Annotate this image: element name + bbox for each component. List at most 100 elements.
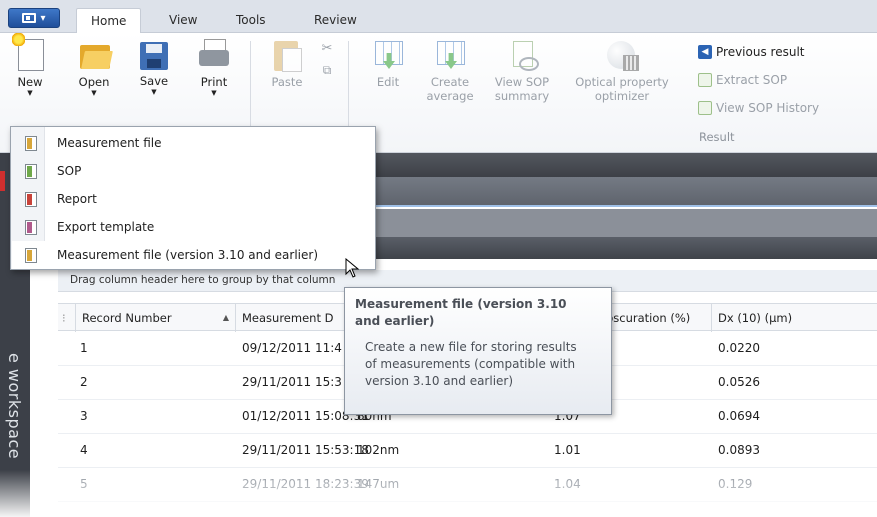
cut-icon[interactable]: ✂: [318, 41, 336, 56]
tab-tools[interactable]: Tools: [222, 8, 280, 34]
chevron-down-icon: ▼: [151, 88, 157, 96]
column-header-dx10[interactable]: Dx (10) (µm): [712, 304, 877, 332]
cell-dx10: 0.0893: [718, 443, 760, 457]
print-button-label: Print: [200, 75, 228, 89]
create-average-label-1: Create: [430, 75, 470, 89]
view-sop-summary-button[interactable]: View SOP summary: [488, 39, 556, 103]
cell-date: 09/12/2011 11:4: [242, 341, 342, 355]
cell-record: 4: [80, 443, 88, 457]
view-sop-summary-label-2: summary: [494, 89, 550, 103]
sop-file-icon: [25, 163, 37, 179]
optical-label-1: Optical property: [575, 75, 669, 89]
tooltip-title-line-2: and earlier): [355, 314, 435, 328]
application-menu-button[interactable]: ▾: [8, 8, 60, 28]
cell-dx10: 0.0220: [718, 341, 760, 355]
tab-review[interactable]: Review: [300, 8, 371, 34]
cell-date: 29/11/2011 15:53:18: [242, 443, 369, 457]
menu-item-label: Export template: [57, 220, 155, 234]
save-button-label: Save: [139, 74, 169, 88]
create-average-label-2: average: [426, 89, 474, 103]
menu-item-measurement-file[interactable]: Measurement file: [12, 129, 374, 157]
tab-view[interactable]: View: [155, 8, 211, 34]
menu-item-measurement-file-legacy[interactable]: Measurement file (version 3.10 and earli…: [12, 241, 374, 269]
result-group-label: Result: [699, 130, 735, 144]
cell-sample-name: 147um: [357, 477, 400, 491]
printer-icon: [197, 39, 231, 71]
menu-item-report[interactable]: Report: [12, 185, 374, 213]
table-row[interactable]: 4 29/11/2011 15:53:18 102nm 1.01 0.0893: [58, 434, 877, 468]
menu-item-label: Report: [57, 192, 97, 206]
arrow-left-icon: ◀: [698, 45, 712, 59]
cell-record: 3: [80, 409, 88, 423]
tab-home[interactable]: Home: [76, 8, 142, 34]
previous-result-label: Previous result: [716, 45, 805, 59]
previous-result-button[interactable]: ◀ Previous result: [698, 45, 804, 59]
chevron-down-icon: ▼: [91, 89, 97, 97]
edit-button-label: Edit: [376, 75, 400, 89]
sort-ascending-icon: ▲: [222, 313, 229, 322]
tooltip-desc-line-2: of measurements (compatible with: [365, 357, 576, 371]
optical-property-optimizer-button[interactable]: Optical property optimizer: [564, 39, 680, 103]
optimizer-calculator-icon: [605, 39, 639, 71]
menu-item-label: SOP: [57, 164, 82, 178]
menu-item-label: Measurement file (version 3.10 and earli…: [57, 248, 318, 262]
open-button-label: Open: [78, 75, 110, 89]
menu-item-export-template[interactable]: Export template: [12, 213, 374, 241]
extract-sop-icon: [698, 73, 712, 87]
ribbon-separator: [250, 41, 251, 133]
new-document-icon: [12, 33, 44, 71]
cell-obscuration: 1.04: [554, 477, 581, 491]
create-average-icon: [433, 39, 467, 71]
view-sop-history-label: View SOP History: [716, 101, 820, 115]
copy-icon[interactable]: ⧉: [318, 63, 336, 78]
app-menu-icon: [22, 13, 37, 23]
report-file-icon: [25, 191, 37, 207]
tooltip-desc-line-3: version 3.10 and earlier): [365, 374, 514, 388]
export-template-icon: [25, 219, 37, 235]
cell-date: 29/11/2011 15:3: [242, 375, 342, 389]
folder-open-icon: [77, 39, 111, 71]
clipboard-paste-icon: [270, 39, 304, 72]
chevron-down-icon: ▾: [40, 12, 46, 24]
chevron-down-icon: ▼: [27, 89, 33, 97]
chevron-down-icon: ▼: [211, 89, 217, 97]
workspace-label: e workspace: [5, 353, 24, 460]
tooltip-title-line-1: Measurement file (version 3.10: [355, 297, 567, 311]
cell-date: 29/11/2011 18:23:39: [242, 477, 369, 491]
tooltip: Measurement file (version 3.10 and earli…: [344, 287, 612, 415]
column-header-measurement-date[interactable]: Measurement D: [236, 304, 348, 332]
edit-button[interactable]: Edit: [368, 39, 408, 89]
paste-button[interactable]: Paste: [264, 39, 310, 89]
cell-dx10: 0.129: [718, 477, 753, 491]
cell-sample-name: 102nm: [357, 443, 400, 457]
ribbon-tab-bar: ▾ Home View Tools Review: [0, 0, 877, 34]
sop-history-icon: [698, 101, 712, 115]
table-row[interactable]: 5 29/11/2011 18:23:39 147um 1.04 0.129: [58, 468, 877, 502]
print-button[interactable]: Print ▼: [194, 39, 234, 97]
cell-record: 1: [80, 341, 88, 355]
open-button[interactable]: Open ▼: [74, 39, 114, 97]
menu-item-sop[interactable]: SOP: [12, 157, 374, 185]
cell-record: 2: [80, 375, 88, 389]
cell-obscuration: 1.01: [554, 443, 581, 457]
save-button[interactable]: Save ▼: [134, 39, 174, 96]
extract-sop-label: Extract SOP: [716, 73, 788, 87]
column-header-label: Record Number: [82, 311, 172, 325]
column-header-record-number[interactable]: Record Number ▲: [76, 304, 236, 332]
row-selector-header[interactable]: ⁝: [58, 304, 76, 332]
measurement-file-icon: [25, 135, 37, 151]
new-dropdown-menu: Measurement file SOP Report Export templ…: [10, 126, 376, 270]
view-sop-summary-label-1: View SOP: [494, 75, 550, 89]
edit-grid-icon: [371, 39, 405, 71]
measurement-file-legacy-icon: [25, 247, 37, 263]
save-disk-icon: [140, 42, 168, 70]
extract-sop-button[interactable]: Extract SOP: [698, 73, 787, 87]
paste-button-label: Paste: [271, 75, 303, 89]
mouse-cursor-icon: [345, 258, 359, 278]
view-sop-history-button[interactable]: View SOP History: [698, 101, 819, 115]
create-average-button[interactable]: Create average: [422, 39, 478, 103]
ribbon-separator: [348, 41, 349, 133]
menu-item-label: Measurement file: [57, 136, 162, 150]
new-button[interactable]: New ▼: [10, 33, 50, 97]
cell-record: 5: [80, 477, 88, 491]
